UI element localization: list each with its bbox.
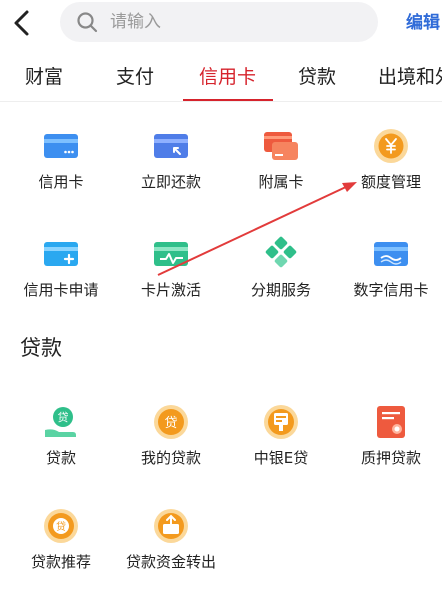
svg-text:贷: 贷 <box>164 416 177 431</box>
limit-management-item[interactable]: 额度管理 <box>336 128 442 200</box>
svg-text:贷: 贷 <box>56 520 66 533</box>
item-label: 贷款 <box>45 449 76 467</box>
card-icon <box>43 128 79 164</box>
item-label: 信用卡 <box>38 173 84 191</box>
my-loans-item[interactable]: 贷 我的贷款 <box>116 404 226 476</box>
tab-payment[interactable]: 支付 <box>116 64 154 90</box>
category-tabs: 财富 支付 信用卡 贷款 出境和外 <box>0 52 442 102</box>
e-loan-icon <box>263 404 299 440</box>
supplementary-card-icon <box>263 128 299 164</box>
installment-item[interactable]: 分期服务 <box>226 236 336 308</box>
tab-wealth[interactable]: 财富 <box>25 64 63 90</box>
loan-transfer-item[interactable]: 贷款资金转出 <box>116 508 226 580</box>
active-tab-indicator <box>183 99 273 101</box>
loans-section-title: 贷款 <box>20 336 62 360</box>
item-label: 卡片激活 <box>140 281 201 299</box>
card-apply-item[interactable]: 信用卡申请 <box>6 236 116 308</box>
top-bar: 请输入 编辑 <box>0 0 442 48</box>
installment-icon <box>263 236 299 272</box>
search-icon <box>76 11 98 33</box>
item-label: 附属卡 <box>258 173 304 191</box>
item-label: 信用卡申请 <box>23 281 99 299</box>
loan-item[interactable]: 贷 贷款 <box>6 404 116 476</box>
back-arrow-icon[interactable] <box>10 8 36 38</box>
item-label: 贷款资金转出 <box>125 553 216 571</box>
item-label: 贷款推荐 <box>30 553 91 571</box>
pledge-loan-item[interactable]: 质押贷款 <box>336 404 442 476</box>
svg-text:贷: 贷 <box>58 410 69 424</box>
item-label: 立即还款 <box>140 173 201 191</box>
pledge-loan-icon <box>373 404 409 440</box>
supplementary-card-item[interactable]: 附属卡 <box>226 128 336 200</box>
loan-coin-icon: 贷 <box>153 404 189 440</box>
loan-recommend-item[interactable]: 贷 贷款推荐 <box>6 508 116 580</box>
loan-recommend-icon: 贷 <box>43 508 79 544</box>
card-apply-icon <box>43 236 79 272</box>
loan-hand-icon: 贷 <box>43 404 79 440</box>
digital-card-item[interactable]: 数字信用卡 <box>336 236 442 308</box>
card-repay-icon <box>153 128 189 164</box>
card-activate-item[interactable]: 卡片激活 <box>116 236 226 308</box>
card-activate-icon <box>153 236 189 272</box>
edit-button[interactable]: 编辑 <box>406 12 440 34</box>
tab-loans[interactable]: 贷款 <box>298 64 336 90</box>
tab-credit-card[interactable]: 信用卡 <box>199 64 256 90</box>
loan-transfer-icon <box>153 508 189 544</box>
item-label: 分期服务 <box>250 281 311 299</box>
item-label: 我的贷款 <box>140 449 201 467</box>
item-label: 额度管理 <box>360 173 421 191</box>
item-label: 数字信用卡 <box>353 281 429 299</box>
repay-now-item[interactable]: 立即还款 <box>116 128 226 200</box>
yen-coin-icon <box>373 128 409 164</box>
item-label: 中银E贷 <box>253 449 309 467</box>
credit-card-item[interactable]: 信用卡 <box>6 128 116 200</box>
digital-card-icon <box>373 236 409 272</box>
item-label: 质押贷款 <box>360 449 421 467</box>
search-placeholder: 请输入 <box>110 12 161 32</box>
boc-e-loan-item[interactable]: 中银E贷 <box>226 404 336 476</box>
tab-overseas[interactable]: 出境和外 <box>378 64 442 90</box>
search-input[interactable]: 请输入 <box>60 2 378 42</box>
